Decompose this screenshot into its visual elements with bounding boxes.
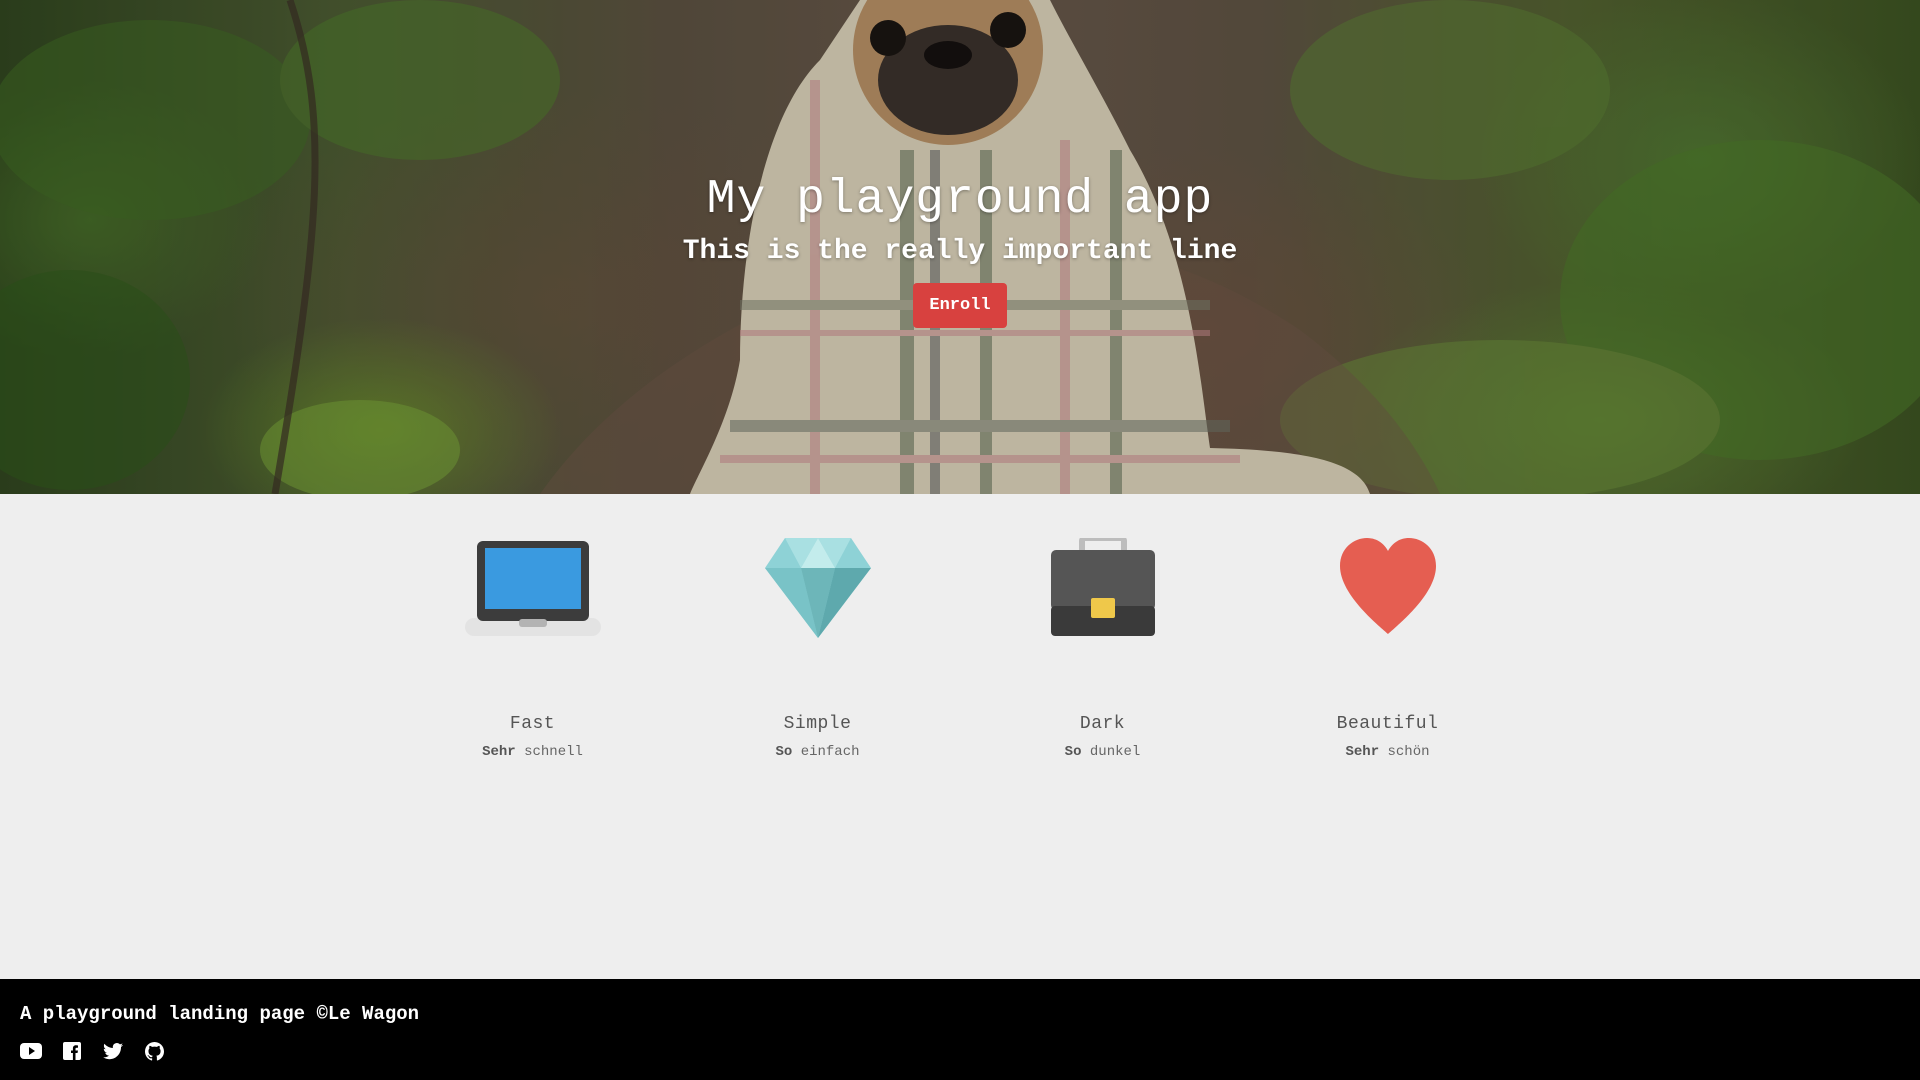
hero-content: My playground app This is the really imp…	[0, 172, 1920, 328]
feature-description: Sehr schnell	[390, 744, 675, 760]
feature-desc-bold: Sehr	[482, 744, 516, 760]
feature-description: So dunkel	[960, 744, 1245, 760]
twitter-icon[interactable]	[102, 1040, 124, 1062]
footer-text: A playground landing page ©Le Wagon	[20, 1003, 420, 1025]
github-icon[interactable]	[143, 1040, 165, 1062]
feature-title: Fast	[509, 714, 556, 734]
youtube-icon[interactable]	[20, 1040, 42, 1062]
feature-desc-text: schnell	[524, 744, 583, 760]
feature-title: Dark	[1079, 714, 1126, 734]
enroll-button[interactable]: Enroll	[913, 283, 1007, 328]
feature-title: Simple	[783, 714, 852, 734]
hero-banner: My playground app This is the really imp…	[0, 0, 1920, 494]
laptop-icon	[390, 538, 675, 638]
feature-desc-bold: So	[1064, 744, 1082, 760]
features-section: Fast Sehr schnell Simple So einfach Dark…	[0, 494, 1920, 979]
feature-desc-text: schön	[1387, 744, 1430, 760]
feature-desc-bold: So	[775, 744, 793, 760]
briefcase-icon	[960, 538, 1245, 638]
feature-description: So einfach	[675, 744, 960, 760]
feature-title: Beautiful	[1336, 714, 1439, 734]
diamond-icon	[675, 538, 960, 638]
feature-desc-text: einfach	[800, 744, 860, 760]
hero-title: My playground app	[706, 173, 1214, 227]
hero-subtitle: This is the really important line	[682, 236, 1238, 267]
feature-desc-text: dunkel	[1089, 744, 1141, 760]
feature-description: Sehr schön	[1245, 744, 1530, 760]
footer: A playground landing page ©Le Wagon	[0, 979, 1920, 1080]
feature-desc-bold: Sehr	[1345, 744, 1380, 760]
social-links	[20, 1040, 1920, 1062]
facebook-icon[interactable]	[61, 1040, 83, 1062]
heart-icon	[1245, 538, 1530, 638]
